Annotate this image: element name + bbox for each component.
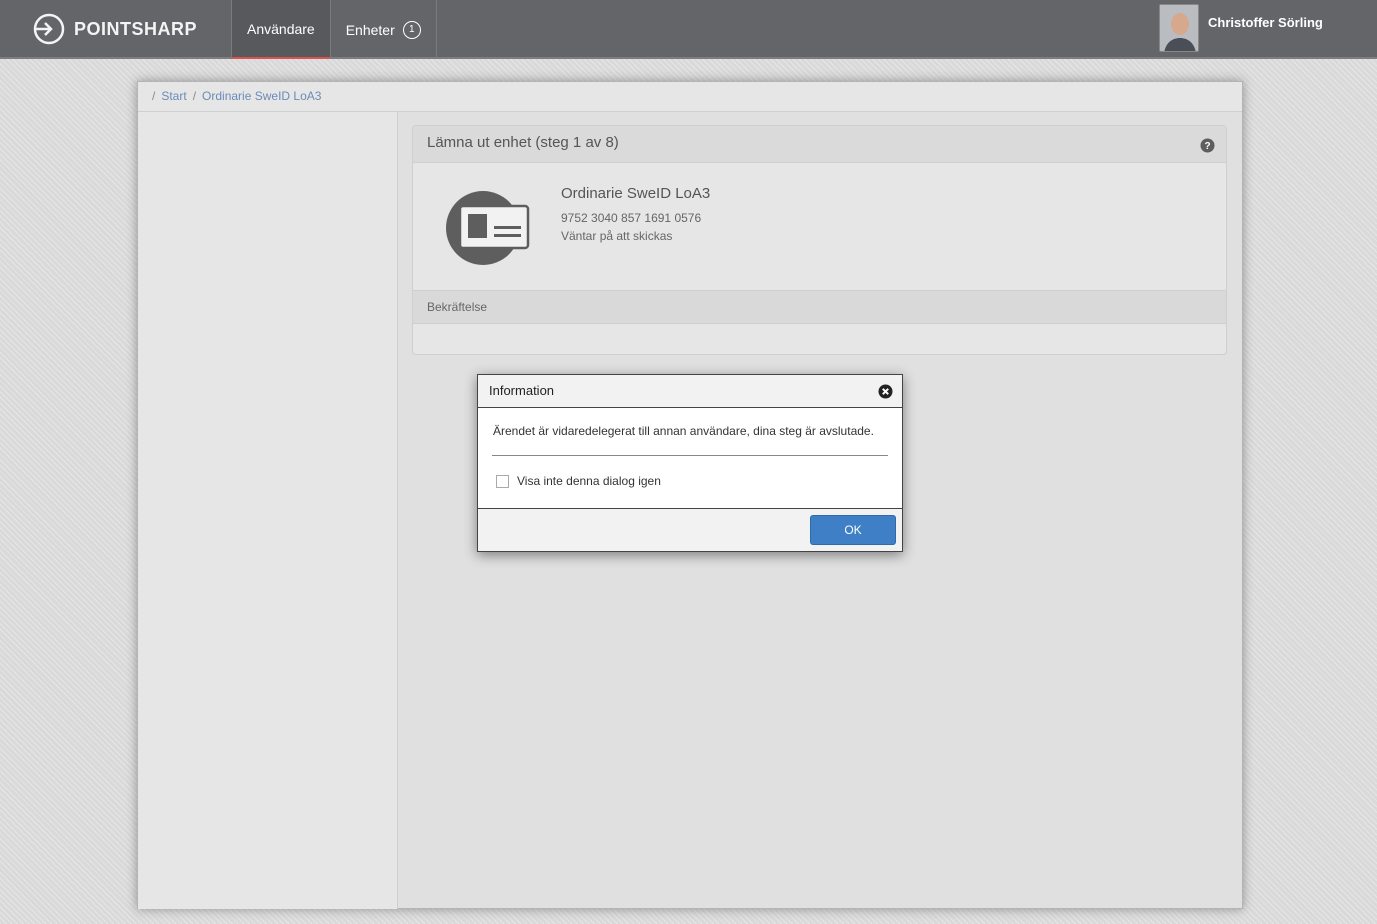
device-summary: Ordinarie SweID LoA3 9752 3040 857 1691 … <box>413 163 1226 291</box>
pointsharp-logo[interactable]: POINTSHARP <box>32 11 197 47</box>
confirmation-section-header: Bekräftelse <box>413 291 1226 324</box>
user-name: Christoffer Sörling <box>1208 15 1323 30</box>
dialog-footer: OK <box>478 508 902 551</box>
nav-tab-label: Enheter <box>345 21 395 38</box>
card-title: Lämna ut enhet (steg 1 av 8) <box>427 134 619 151</box>
dont-show-again-label: Visa inte denna dialog igen <box>517 474 661 488</box>
dont-show-again-checkbox[interactable] <box>496 474 509 488</box>
breadcrumb-separator: / <box>192 89 197 103</box>
dialog-title: Information <box>489 383 555 398</box>
dialog-header: Information <box>478 375 902 408</box>
confirmation-label: Bekräftelse <box>427 300 488 314</box>
issue-device-card: Lämna ut enhet (steg 1 av 8) ? Ordinarie… <box>412 125 1227 355</box>
user-avatar-icon <box>1160 5 1198 51</box>
left-sidebar <box>138 112 398 909</box>
main-nav: Användare Enheter 1 <box>231 0 437 59</box>
user-menu[interactable]: Christoffer Sörling <box>1159 4 1323 52</box>
device-status: Väntar på att skickas <box>561 229 673 243</box>
svg-text:?: ? <box>1204 141 1210 152</box>
nav-tab-devices[interactable]: Enheter 1 <box>329 0 437 59</box>
nav-tab-label: Användare <box>247 20 315 37</box>
top-navbar: POINTSHARP Användare Enheter 1 Christoff… <box>0 0 1377 59</box>
breadcrumb-current[interactable]: Ordinarie SweID LoA3 <box>202 89 321 103</box>
breadcrumb: / Start / Ordinarie SweID LoA3 <box>138 82 1242 112</box>
id-card-icon <box>446 191 530 265</box>
breadcrumb-start[interactable]: Start <box>161 89 186 103</box>
close-icon[interactable] <box>878 384 893 399</box>
question-circle-icon[interactable]: ? <box>1200 138 1215 153</box>
logo-text: POINTSHARP <box>74 18 198 39</box>
ok-button[interactable]: OK <box>810 515 896 545</box>
device-name: Ordinarie SweID LoA3 <box>561 185 711 202</box>
dialog-divider <box>492 455 888 456</box>
devices-count-badge: 1 <box>402 20 421 39</box>
dont-show-again-option[interactable]: Visa inte denna dialog igen <box>496 474 661 488</box>
breadcrumb-separator: / <box>152 89 156 103</box>
avatar <box>1159 4 1199 52</box>
card-header: Lämna ut enhet (steg 1 av 8) ? <box>413 126 1226 163</box>
pointsharp-logo-icon <box>33 13 65 45</box>
device-serial-number: 9752 3040 857 1691 0576 <box>561 211 702 225</box>
dialog-message: Ärendet är vidaredelegerat till annan an… <box>493 424 874 438</box>
information-dialog: Information Ärendet är vidaredelegerat t… <box>477 374 903 552</box>
nav-tab-users[interactable]: Användare <box>231 0 330 59</box>
